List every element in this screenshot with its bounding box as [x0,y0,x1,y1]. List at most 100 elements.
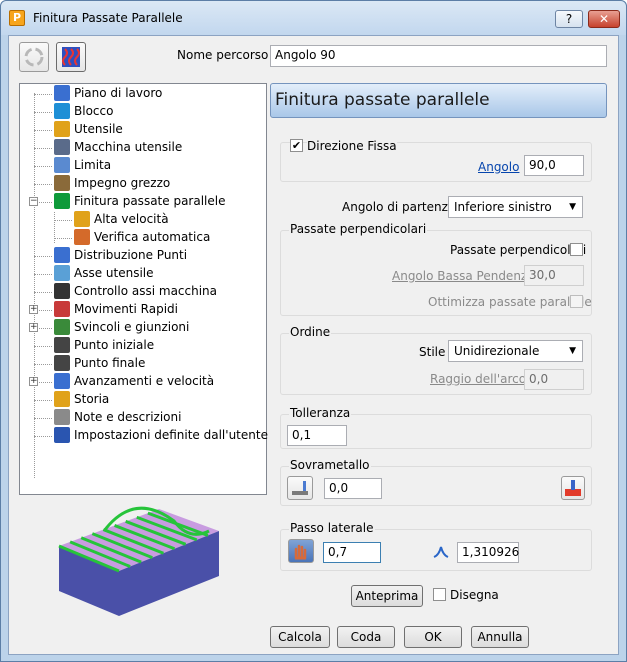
path-name-input[interactable]: Angolo 90 [270,45,607,67]
tree-item-finitura-passate-parallele[interactable]: Finitura passate parallele [54,193,226,211]
thickness-input[interactable]: 0,0 [324,478,382,499]
tolerance-input[interactable]: 0,1 [287,425,347,446]
window-title: Finitura Passate Parallele [33,11,183,25]
optimize-label: Ottimizza passate parallele [428,295,592,309]
tree-item-label: Verifica automatica [94,230,211,244]
style-select[interactable]: Unidirezionale ▼ [448,340,583,362]
close-button[interactable]: ✕ [588,10,620,28]
arc-radius-link[interactable]: Raggio dell'arco [430,372,526,386]
part-preview-image [58,506,219,616]
recycle-icon [24,47,44,67]
start-corner-label: Angolo di partenza [342,200,456,214]
workplane-icon [54,85,70,101]
expand-icon[interactable]: + [29,305,38,314]
auto-verify-icon [74,229,90,245]
component-thickness-icon [565,480,581,496]
thickness-button[interactable] [287,476,313,500]
component-thickness-button[interactable] [561,476,585,500]
user-settings-icon [54,427,70,443]
style-value: Unidirezionale [454,344,540,358]
tree-item-label: Distribuzione Punti [74,248,188,262]
tolerance-title: Tolleranza [289,406,352,420]
tree-item-movimenti-rapidi[interactable]: Movimenti Rapidi [54,301,178,319]
perp-passes-label: Passate perpendicolari [450,243,587,257]
machine-tool-icon [54,139,70,155]
expand-icon[interactable]: + [29,323,38,332]
tree-item-avanzamenti-e-velocit[interactable]: Avanzamenti e velocità [54,373,214,391]
tree-item-label: Storia [74,392,110,406]
start-corner-select[interactable]: Inferiore sinistro ▼ [448,196,583,218]
tool-icon [54,121,70,137]
expand-icon[interactable]: + [29,377,38,386]
tree-item-label: Controllo assi macchina [74,284,218,298]
tree-item-piano-di-lavoro[interactable]: Piano di lavoro [54,85,162,103]
rapid-moves-icon [54,301,70,317]
cusp-input[interactable]: 1,310926 [457,542,519,563]
order-title: Ordine [289,325,332,339]
tree-item-alta-velocit[interactable]: Alta velocità [74,211,169,229]
collapse-icon[interactable]: − [29,197,38,206]
perp-passes-checkbox[interactable] [570,243,583,256]
tree-item-distribuzione-punti[interactable]: Distribuzione Punti [54,247,187,265]
tree-item-utensile[interactable]: Utensile [54,121,123,139]
dialog-client: Nome percorso Angolo 90 Piano di lavoro B… [8,35,619,655]
cancel-button[interactable]: Annulla [471,626,529,648]
notes-icon [54,409,70,425]
optimize-checkbox[interactable] [570,295,583,308]
arc-radius-input[interactable]: 0,0 [524,369,584,390]
calculate-button[interactable]: Calcola [270,626,330,648]
tree-item-impostazioni-definite-dall-utente[interactable]: Impostazioni definite dall'utente [54,427,268,445]
tree-item-controllo-assi-macchina[interactable]: Controllo assi macchina [54,283,217,301]
start-corner-value: Inferiore sinistro [454,200,552,214]
tree-item-svincoli-e-giunzioni[interactable]: Svincoli e giunzioni [54,319,189,337]
high-speed-icon [74,211,90,227]
end-point-icon [54,355,70,371]
preview-button[interactable]: Anteprima [351,585,423,607]
draw-checkbox[interactable] [433,588,446,601]
tree-item-storia[interactable]: Storia [54,391,109,409]
tool-axis-icon [54,265,70,281]
start-point-icon [54,337,70,353]
path-name-label: Nome percorso [177,48,269,62]
point-distribution-icon [54,247,70,263]
tree-item-punto-finale[interactable]: Punto finale [54,355,145,373]
tree-item-verifica-automatica[interactable]: Verifica automatica [74,229,210,247]
tree-item-asse-utensile[interactable]: Asse utensile [54,265,154,283]
feeds-speeds-icon [54,373,70,389]
shallow-angle-link[interactable]: Angolo Bassa Pendenza [392,269,535,283]
fixed-direction-label: Direzione Fissa [307,139,397,153]
hand-icon [294,544,307,560]
dialog-window: P Finitura Passate Parallele ? ✕ Nome pe… [0,0,627,662]
tree-item-macchina-utensile[interactable]: Macchina utensile [54,139,182,157]
cusp-icon [433,546,449,558]
strategy-button[interactable] [56,42,86,72]
queue-button[interactable]: Coda [337,626,395,648]
strategy-heading: Finitura passate parallele [270,83,607,118]
tree-item-limita[interactable]: Limita [54,157,111,175]
app-icon: P [9,10,25,26]
thickness-icon [292,481,308,495]
tree-item-label: Finitura passate parallele [74,194,226,208]
tree-item-punto-iniziale[interactable]: Punto iniziale [54,337,154,355]
parallel-finishing-icon [54,193,70,209]
shallow-angle-input[interactable]: 30,0 [524,265,584,286]
tree-item-note-e-descrizioni[interactable]: Note e descrizioni [54,409,181,427]
recycle-button[interactable] [19,42,49,72]
title-bar[interactable]: P Finitura Passate Parallele ? ✕ [1,1,626,35]
stepover-lock-button[interactable] [288,539,314,563]
stepover-title: Passo laterale [289,521,375,535]
tree-item-label: Utensile [74,122,123,136]
chevron-down-icon: ▼ [569,346,576,356]
chevron-down-icon: ▼ [569,202,576,212]
angle-link[interactable]: Angolo [478,160,519,174]
tree-item-blocco[interactable]: Blocco [54,103,113,121]
fixed-direction-checkbox[interactable]: ✔ [290,139,303,152]
ok-button[interactable]: OK [404,626,462,648]
strategy-tree: Piano di lavoro Blocco Utensile Macchina ut… [19,83,268,495]
history-icon [54,391,70,407]
stepover-input[interactable]: 0,7 [323,542,381,563]
angle-input[interactable]: 90,0 [524,155,584,176]
help-button[interactable]: ? [555,10,583,28]
tree-item-label: Avanzamenti e velocità [74,374,215,388]
tree-item-impegno-grezzo[interactable]: Impegno grezzo [54,175,170,193]
